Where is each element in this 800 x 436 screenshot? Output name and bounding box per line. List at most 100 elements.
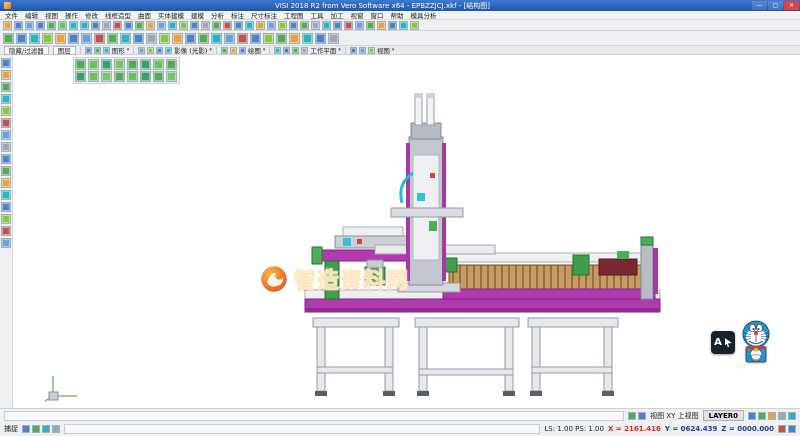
toolbar-icon[interactable]	[302, 33, 313, 44]
menu-item[interactable]: 视窗	[351, 10, 364, 20]
toolbar-icon[interactable]	[212, 21, 221, 30]
ribbon-icon[interactable]	[94, 47, 101, 54]
toolbar-icon[interactable]	[124, 21, 133, 30]
menu-item[interactable]: 文件	[5, 10, 18, 20]
status-icon[interactable]	[748, 412, 756, 420]
ribbon-icon[interactable]	[156, 47, 163, 54]
toolbar-icon[interactable]	[168, 21, 177, 30]
toolbar-icon[interactable]	[179, 21, 188, 30]
toolbar-icon[interactable]	[91, 21, 100, 30]
menu-item[interactable]: 线框造型	[105, 10, 131, 20]
toolbar-icon[interactable]	[311, 21, 320, 30]
toolbar-icon[interactable]	[1, 142, 11, 152]
status-icon[interactable]	[778, 425, 786, 433]
menu-item[interactable]: 模具分析	[411, 10, 437, 20]
toolbar-icon[interactable]	[1, 226, 11, 236]
toolbar-icon[interactable]	[3, 21, 12, 30]
status-icon[interactable]	[778, 412, 786, 420]
menu-item[interactable]: 分析	[211, 10, 224, 20]
toolbar-icon[interactable]	[289, 21, 298, 30]
toolbar-icon[interactable]	[16, 33, 27, 44]
toolbar-icon[interactable]	[68, 33, 79, 44]
ribbon-icon[interactable]	[368, 47, 375, 54]
toolbar-icon[interactable]	[322, 21, 331, 30]
toolbar-icon[interactable]	[69, 21, 78, 30]
toolbar-icon[interactable]	[80, 21, 89, 30]
menu-item[interactable]: 加工	[331, 10, 344, 20]
toolbar-icon[interactable]	[366, 21, 375, 30]
tab-hide-filter[interactable]: 隐藏/过滤器	[4, 46, 49, 55]
toolbar-icon[interactable]	[201, 21, 210, 30]
toolbar-icon[interactable]	[172, 33, 183, 44]
toolbar-icon[interactable]	[1, 190, 11, 200]
ribbon-group-label[interactable]: 视图	[377, 45, 390, 55]
menu-item[interactable]: 操作	[65, 10, 78, 20]
toolbar-icon[interactable]	[223, 21, 232, 30]
ribbon-icon[interactable]	[165, 47, 172, 54]
ribbon-icon[interactable]	[147, 47, 154, 54]
menu-item[interactable]: 窗口	[371, 10, 384, 20]
ribbon-icon[interactable]	[350, 47, 357, 54]
toolbar-icon[interactable]	[399, 21, 408, 30]
toolbar-icon[interactable]	[300, 21, 309, 30]
status-icon[interactable]	[628, 412, 636, 420]
toolbar-icon[interactable]	[157, 21, 166, 30]
ribbon-group-label[interactable]: 图形	[112, 45, 125, 55]
toolbar-icon[interactable]	[245, 21, 254, 30]
toolbar-icon[interactable]	[94, 33, 105, 44]
snap-toggle-icon[interactable]	[32, 425, 40, 433]
toolbar-icon[interactable]	[1, 94, 11, 104]
ribbon-icon[interactable]	[283, 47, 290, 54]
ribbon-icon[interactable]	[138, 47, 145, 54]
toolbar-icon[interactable]	[146, 33, 157, 44]
toolbar-icon[interactable]	[135, 21, 144, 30]
toolbar-icon[interactable]	[47, 21, 56, 30]
toolbar-icon[interactable]	[3, 33, 14, 44]
pointer-mode-badge[interactable]: A	[711, 331, 735, 354]
menu-item[interactable]: 编辑	[25, 10, 38, 20]
toolbar-icon[interactable]	[344, 21, 353, 30]
cad-viewport[interactable]: 智造资料网 A	[13, 55, 800, 408]
toolbar-icon[interactable]	[25, 21, 34, 30]
ribbon-icon[interactable]	[274, 47, 281, 54]
toolbar-icon[interactable]	[234, 21, 243, 30]
toolbar-icon[interactable]	[377, 21, 386, 30]
menu-item[interactable]: 工程图	[284, 10, 304, 20]
toolbar-icon[interactable]	[113, 21, 122, 30]
toolbar-icon[interactable]	[289, 33, 300, 44]
ribbon-icon[interactable]	[85, 47, 92, 54]
toolbar-icon[interactable]	[388, 21, 397, 30]
toolbar-icon[interactable]	[1, 70, 11, 80]
status-icon[interactable]	[758, 412, 766, 420]
toolbar-icon[interactable]	[267, 21, 276, 30]
minimize-button[interactable]: —	[752, 1, 767, 10]
ribbon-icon[interactable]	[359, 47, 366, 54]
toolbar-icon[interactable]	[190, 21, 199, 30]
toolbar-icon[interactable]	[1, 202, 11, 212]
snap-toggle-icon[interactable]	[52, 425, 60, 433]
toolbar-icon[interactable]	[133, 33, 144, 44]
toolbar-icon[interactable]	[1, 178, 11, 188]
menu-item[interactable]: 实体建模	[158, 10, 184, 20]
status-icon[interactable]	[638, 412, 646, 420]
ribbon-icon[interactable]	[103, 47, 110, 54]
toolbar-icon[interactable]	[29, 33, 40, 44]
ribbon-icon[interactable]	[230, 47, 237, 54]
layer-button[interactable]: LAYER0	[703, 410, 744, 421]
toolbar-icon[interactable]	[185, 33, 196, 44]
menu-item[interactable]: 修改	[85, 10, 98, 20]
snap-toggle-icon[interactable]	[42, 425, 50, 433]
snap-toggle-icon[interactable]	[22, 425, 30, 433]
toolbar-icon[interactable]	[276, 33, 287, 44]
toolbar-icon[interactable]	[211, 33, 222, 44]
ribbon-group-label[interactable]: 影像 (光影)	[174, 45, 207, 55]
toolbar-icon[interactable]	[1, 130, 11, 140]
toolbar-icon[interactable]	[328, 33, 339, 44]
menu-item[interactable]: 标注	[231, 10, 244, 20]
close-button[interactable]: ✕	[784, 1, 799, 10]
menu-item[interactable]: 尺寸标注	[251, 10, 277, 20]
toolbar-icon[interactable]	[237, 33, 248, 44]
ribbon-group-label[interactable]: 绘图	[248, 45, 261, 55]
toolbar-icon[interactable]	[120, 33, 131, 44]
toolbar-icon[interactable]	[102, 21, 111, 30]
